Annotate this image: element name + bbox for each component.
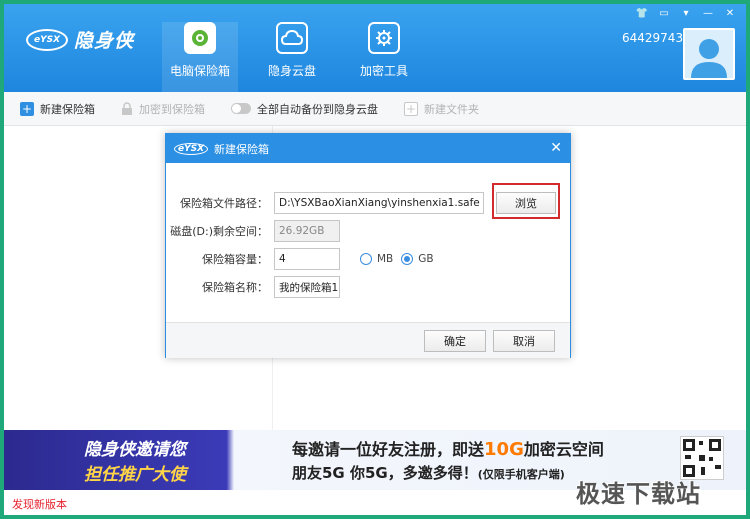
safe-icon bbox=[184, 22, 216, 54]
nav-encrypt-tools[interactable]: 加密工具 bbox=[346, 22, 422, 92]
user-id: 64429743 bbox=[622, 31, 684, 45]
dialog-logo: eYSX bbox=[174, 142, 209, 155]
banner-line1-c: 加密云空间 bbox=[523, 440, 604, 459]
new-safe-label: 新建保险箱 bbox=[40, 102, 95, 116]
name-label: 保险箱名称： bbox=[202, 281, 268, 294]
auto-backup-label: 全部自动备份到隐身云盘 bbox=[257, 102, 378, 116]
nav-label: 电脑保险箱 bbox=[169, 64, 230, 78]
banner-line1-a: 每邀请一位好友注册，即送 bbox=[292, 440, 485, 459]
unit-mb-radio[interactable] bbox=[360, 253, 372, 265]
cloud-icon bbox=[276, 22, 308, 54]
nav-label: 隐身云盘 bbox=[267, 64, 316, 78]
free-space-value: 26.92GB bbox=[274, 220, 340, 242]
new-version-link[interactable]: 发现新版本 bbox=[12, 496, 67, 512]
capacity-row: 保险箱容量： 4 MB GB bbox=[166, 248, 442, 270]
toggle-switch[interactable] bbox=[231, 103, 251, 114]
dialog-footer: 确定 取消 bbox=[166, 322, 570, 358]
free-space-row: 磁盘(D:)剩余空间： 26.92GB bbox=[166, 220, 340, 242]
app-logo: eYSX 隐身侠 bbox=[26, 26, 134, 53]
name-row: 保险箱名称： 我的保险箱1 bbox=[166, 276, 340, 298]
logo-badge: eYSX bbox=[26, 28, 68, 51]
plus-icon: + bbox=[20, 101, 34, 116]
new-safe-button[interactable]: + 新建保险箱 bbox=[20, 101, 95, 117]
window-controls: 👕 ▭ ▾ — ✕ bbox=[634, 7, 738, 21]
new-folder-label: 新建文件夹 bbox=[424, 102, 479, 116]
minimize-icon[interactable]: — bbox=[700, 7, 716, 21]
nav-label: 加密工具 bbox=[359, 64, 408, 78]
cancel-button[interactable]: 取消 bbox=[493, 330, 555, 352]
banner-highlight: 10G bbox=[484, 439, 524, 460]
unit-mb-label: MB bbox=[377, 253, 394, 265]
name-input[interactable]: 我的保险箱1 bbox=[274, 276, 340, 298]
unit-gb-label: GB bbox=[418, 253, 434, 265]
lock-icon bbox=[122, 101, 132, 115]
plus-icon: + bbox=[404, 101, 418, 116]
skin-icon[interactable]: 👕 bbox=[634, 7, 650, 21]
app-window: eYSX 隐身侠 电脑保险箱 隐身云盘 加密工具 👕 ▭ ▾ — ✕ 64429… bbox=[4, 4, 746, 515]
free-space-label: 磁盘(D:)剩余空间： bbox=[170, 225, 268, 238]
banner-line1: 每邀请一位好友注册，即送10G加密云空间 bbox=[292, 436, 676, 460]
add-to-safe-button[interactable]: 加密到保险箱 bbox=[121, 101, 205, 117]
header-bar: eYSX 隐身侠 电脑保险箱 隐身云盘 加密工具 👕 ▭ ▾ — ✕ 64429… bbox=[4, 4, 746, 92]
banner-invite-title: 隐身侠邀请您 bbox=[84, 440, 186, 460]
banner-line2-b: (仅限手机客户端) bbox=[477, 468, 565, 481]
banner-left: 隐身侠邀请您 担任推广大使 bbox=[4, 430, 234, 490]
close-icon[interactable]: ✕ bbox=[722, 7, 738, 21]
add-to-safe-label: 加密到保险箱 bbox=[139, 102, 205, 116]
message-icon[interactable]: ▭ bbox=[656, 7, 672, 21]
new-folder-button[interactable]: + 新建文件夹 bbox=[404, 101, 479, 117]
path-row: 保险箱文件路径： D:\YSXBaoXianXiang\yinshenxia1.… bbox=[166, 192, 484, 214]
unit-gb-radio[interactable] bbox=[401, 253, 414, 265]
gear-icon bbox=[368, 22, 400, 54]
dialog-title: 新建保险箱 bbox=[214, 142, 270, 156]
ok-button[interactable]: 确定 bbox=[424, 330, 486, 352]
capacity-input[interactable]: 4 bbox=[274, 248, 340, 270]
capacity-label: 保险箱容量： bbox=[202, 253, 268, 266]
close-icon[interactable]: ✕ bbox=[550, 140, 562, 156]
avatar[interactable] bbox=[683, 28, 735, 80]
dialog-title-bar: eYSX 新建保险箱 bbox=[166, 134, 570, 163]
user-avatar-icon bbox=[685, 30, 733, 78]
banner-invite-subtitle: 担任推广大使 bbox=[84, 465, 186, 485]
path-label: 保险箱文件路径： bbox=[180, 197, 268, 210]
logo-name: 隐身侠 bbox=[74, 30, 135, 52]
watermark: 极速下载站 bbox=[576, 480, 701, 508]
auto-backup-toggle[interactable]: 全部自动备份到隐身云盘 bbox=[231, 101, 378, 117]
path-input[interactable]: D:\YSXBaoXianXiang\yinshenxia1.safe bbox=[274, 192, 484, 214]
menu-icon[interactable]: ▾ bbox=[678, 7, 694, 21]
banner-line2-a: 朋友5G 你5G，多邀多得！ bbox=[292, 464, 478, 482]
toolbar: + 新建保险箱 加密到保险箱 全部自动备份到隐身云盘 + 新建文件夹 bbox=[4, 92, 746, 126]
nav-computer-safe[interactable]: 电脑保险箱 bbox=[162, 22, 238, 92]
new-safe-dialog: eYSX 新建保险箱 ✕ 保险箱文件路径： D:\YSXBaoXianXiang… bbox=[165, 133, 571, 358]
nav-cloud-disk[interactable]: 隐身云盘 bbox=[254, 22, 330, 92]
browse-button[interactable]: 浏览 bbox=[496, 192, 556, 214]
